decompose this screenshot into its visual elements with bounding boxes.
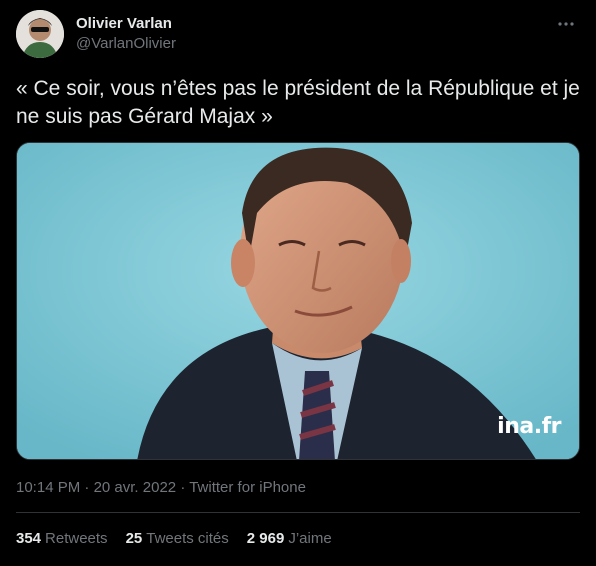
tweet-source[interactable]: Twitter for iPhone: [189, 479, 306, 496]
media-image: [17, 143, 579, 459]
tweet-stats: 354 Retweets 25 Tweets cités 2 969 J’aime: [16, 529, 332, 549]
meta-separator: ·: [84, 479, 90, 496]
retweets-stat[interactable]: 354 Retweets: [16, 529, 108, 549]
retweets-count: 354: [16, 530, 42, 547]
meta-separator: ·: [180, 479, 186, 496]
divider: [16, 512, 580, 513]
likes-count: 2 969: [246, 530, 285, 547]
tweet-text: « Ce soir, vous n’êtes pas le président …: [16, 77, 580, 128]
avatar[interactable]: [16, 10, 64, 58]
tweet-date[interactable]: 20 avr. 2022: [94, 479, 177, 496]
likes-label: J’aime: [288, 530, 332, 547]
author-handle[interactable]: @VarlanOlivier: [76, 34, 176, 54]
quote-tweets-count: 25: [125, 530, 143, 547]
tweet-header: Olivier Varlan @VarlanOlivier: [16, 10, 580, 60]
tweet-time[interactable]: 10:14 PM: [16, 479, 80, 496]
quote-tweets-stat[interactable]: 25 Tweets cités: [126, 529, 229, 549]
tweet-meta: 10:14 PM · 20 avr. 2022 · Twitter for iP…: [16, 478, 306, 498]
likes-stat[interactable]: 2 969 J’aime: [247, 529, 332, 549]
media-watermark: ina.fr: [497, 414, 561, 439]
tweet-media[interactable]: ina.fr: [16, 142, 580, 460]
more-options-icon[interactable]: [554, 14, 578, 34]
author-name[interactable]: Olivier Varlan: [76, 14, 176, 34]
quote-tweets-label: Tweets cités: [146, 530, 229, 547]
retweets-label: Retweets: [45, 530, 108, 547]
author-info: Olivier Varlan @VarlanOlivier: [76, 14, 176, 54]
